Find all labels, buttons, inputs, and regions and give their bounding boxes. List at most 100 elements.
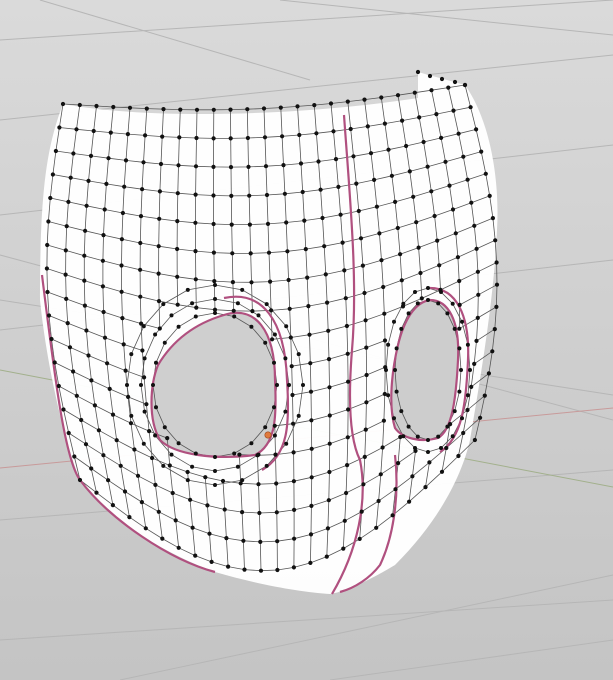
mesh-vertex[interactable] bbox=[162, 340, 167, 345]
mesh-vertex[interactable] bbox=[232, 451, 237, 456]
mesh-vertex[interactable] bbox=[49, 336, 54, 342]
mesh-vertex[interactable] bbox=[362, 97, 367, 102]
mesh-vertex[interactable] bbox=[487, 193, 492, 198]
mesh-vertex[interactable] bbox=[84, 328, 89, 333]
mesh-vertex[interactable] bbox=[89, 378, 94, 383]
mesh-vertex[interactable] bbox=[268, 279, 273, 284]
mesh-vertex[interactable] bbox=[100, 258, 105, 263]
mesh-vertex[interactable] bbox=[161, 302, 166, 307]
mesh-vertex[interactable] bbox=[432, 213, 437, 219]
mesh-vertex[interactable] bbox=[156, 299, 162, 304]
mesh-vertex[interactable] bbox=[211, 136, 216, 141]
mesh-vertex[interactable] bbox=[435, 238, 440, 243]
mesh-vertex[interactable] bbox=[372, 177, 377, 182]
mesh-vertex[interactable] bbox=[324, 554, 329, 559]
mesh-vertex[interactable] bbox=[153, 332, 158, 337]
mesh-vertex[interactable] bbox=[284, 324, 289, 329]
mesh-vertex[interactable] bbox=[282, 191, 287, 196]
mesh-vertex[interactable] bbox=[86, 178, 91, 183]
mesh-vertex[interactable] bbox=[68, 175, 73, 180]
mesh-vertex[interactable] bbox=[338, 212, 343, 217]
mesh-vertex[interactable] bbox=[229, 193, 234, 198]
mesh-vertex[interactable] bbox=[45, 289, 50, 295]
mesh-vertex[interactable] bbox=[238, 481, 243, 486]
mesh-vertex[interactable] bbox=[472, 223, 477, 228]
mesh-vertex[interactable] bbox=[241, 538, 246, 543]
mesh-vertex[interactable] bbox=[474, 338, 479, 343]
mesh-vertex[interactable] bbox=[84, 203, 89, 208]
mesh-vertex[interactable] bbox=[357, 536, 362, 542]
mesh-vertex[interactable] bbox=[364, 400, 369, 405]
mesh-vertex[interactable] bbox=[272, 433, 277, 438]
mesh-vertex[interactable] bbox=[439, 135, 444, 140]
mesh-vertex[interactable] bbox=[406, 311, 411, 316]
mesh-vertex[interactable] bbox=[368, 151, 374, 156]
mesh-vertex[interactable] bbox=[104, 181, 109, 186]
mesh-vertex[interactable] bbox=[61, 407, 66, 412]
mesh-vertex[interactable] bbox=[65, 321, 70, 326]
mesh-vertex[interactable] bbox=[296, 413, 301, 418]
mesh-vertex[interactable] bbox=[443, 159, 448, 164]
mesh-vertex[interactable] bbox=[212, 307, 218, 312]
mesh-vertex[interactable] bbox=[327, 385, 332, 390]
mesh-vertex[interactable] bbox=[345, 351, 350, 356]
mesh-vertex[interactable] bbox=[96, 428, 101, 433]
mesh-vertex[interactable] bbox=[193, 192, 198, 197]
mesh-vertex[interactable] bbox=[213, 297, 217, 301]
mesh-vertex[interactable] bbox=[245, 107, 250, 112]
mesh-vertex[interactable] bbox=[264, 302, 269, 307]
mesh-vertex[interactable] bbox=[56, 383, 61, 389]
mesh-vertex[interactable] bbox=[291, 565, 296, 570]
mesh-vertex[interactable] bbox=[245, 135, 250, 141]
mesh-vertex[interactable] bbox=[157, 189, 162, 194]
mesh-vertex[interactable] bbox=[283, 409, 288, 414]
mesh-vertex[interactable] bbox=[343, 296, 348, 301]
mesh-vertex[interactable] bbox=[465, 393, 470, 398]
mesh-vertex[interactable] bbox=[92, 403, 97, 408]
mesh-vertex[interactable] bbox=[89, 466, 94, 471]
mesh-vertex[interactable] bbox=[143, 526, 148, 531]
mesh-vertex[interactable] bbox=[445, 311, 450, 316]
mesh-vertex[interactable] bbox=[425, 164, 430, 169]
mesh-vertex[interactable] bbox=[308, 532, 314, 537]
mesh-vertex[interactable] bbox=[170, 490, 175, 496]
mesh-vertex[interactable] bbox=[232, 314, 237, 319]
mesh-vertex[interactable] bbox=[283, 356, 288, 361]
mesh-vertex[interactable] bbox=[307, 332, 312, 337]
mesh-vertex[interactable] bbox=[452, 409, 457, 414]
mesh-vertex[interactable] bbox=[306, 304, 311, 309]
mesh-vertex[interactable] bbox=[362, 290, 367, 296]
mesh-vertex[interactable] bbox=[154, 360, 158, 365]
mesh-vertex[interactable] bbox=[203, 475, 208, 480]
mesh-vertex[interactable] bbox=[175, 191, 180, 196]
mesh-vertex[interactable] bbox=[110, 503, 115, 508]
mesh-vertex[interactable] bbox=[63, 272, 68, 277]
mesh-vertex[interactable] bbox=[322, 244, 327, 249]
mesh-vertex[interactable] bbox=[120, 210, 125, 216]
mesh-vertex[interactable] bbox=[379, 258, 384, 263]
mesh-vertex[interactable] bbox=[333, 157, 339, 162]
mesh-vertex[interactable] bbox=[125, 383, 129, 387]
mesh-vertex[interactable] bbox=[157, 216, 162, 221]
mesh-vertex[interactable] bbox=[457, 389, 462, 394]
mesh-vertex[interactable] bbox=[102, 335, 108, 340]
mesh-vertex[interactable] bbox=[185, 469, 190, 475]
mesh-vertex[interactable] bbox=[316, 159, 321, 164]
mesh-vertex[interactable] bbox=[129, 413, 134, 418]
mesh-vertex[interactable] bbox=[342, 268, 347, 273]
mesh-vertex[interactable] bbox=[193, 553, 198, 558]
mesh-vertex[interactable] bbox=[264, 192, 270, 198]
mesh-vertex[interactable] bbox=[175, 246, 180, 252]
mesh-vertex[interactable] bbox=[465, 342, 470, 347]
mesh-vertex[interactable] bbox=[427, 460, 432, 465]
mesh-vertex[interactable] bbox=[141, 160, 146, 165]
mesh-vertex[interactable] bbox=[468, 368, 472, 372]
mesh-vertex[interactable] bbox=[269, 308, 274, 313]
mesh-vertex[interactable] bbox=[292, 536, 297, 541]
mesh-vertex[interactable] bbox=[413, 290, 417, 294]
mesh-vertex[interactable] bbox=[273, 452, 278, 457]
mesh-vertex[interactable] bbox=[247, 222, 252, 227]
mesh-vertex[interactable] bbox=[359, 509, 364, 514]
mesh-vertex[interactable] bbox=[185, 287, 190, 292]
mesh-vertex[interactable] bbox=[345, 463, 350, 468]
